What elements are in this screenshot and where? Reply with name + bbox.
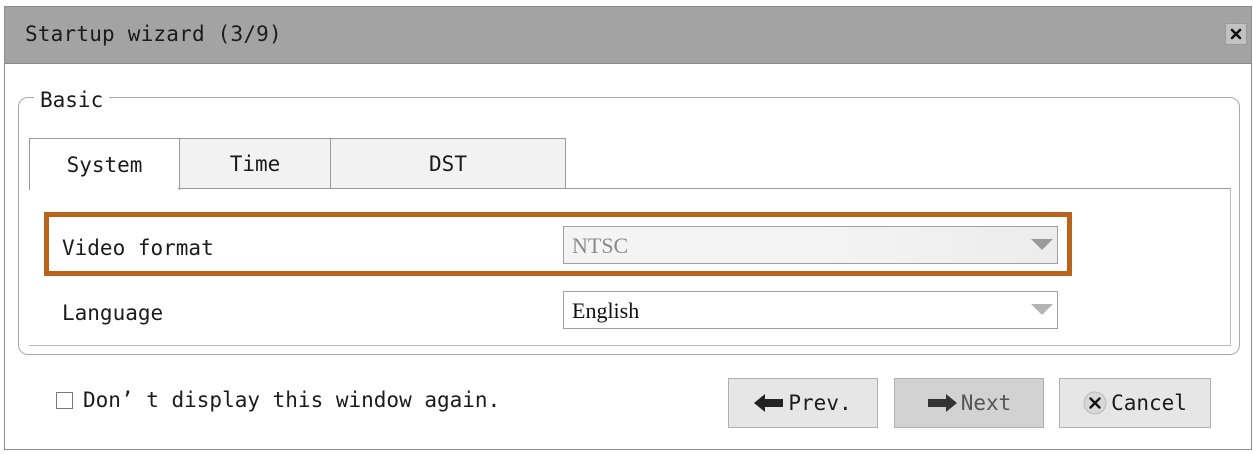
tab-system[interactable]: System — [29, 138, 180, 190]
video-format-highlight — [44, 212, 1072, 276]
language-value: English — [572, 298, 640, 323]
arrow-right-icon — [927, 394, 957, 412]
chevron-down-icon — [1027, 292, 1057, 328]
language-label: Language — [62, 301, 164, 325]
close-icon — [1230, 28, 1242, 40]
language-select[interactable]: English — [563, 291, 1058, 329]
tab-time[interactable]: Time — [179, 138, 331, 189]
cancel-label: Cancel — [1111, 391, 1187, 415]
window-title: Startup wizard (3/9) — [25, 22, 282, 46]
prev-button[interactable]: Prev. — [728, 378, 878, 428]
tab-dst[interactable]: DST — [330, 138, 566, 189]
groupbox-legend: Basic — [34, 88, 110, 112]
cancel-button[interactable]: Cancel — [1059, 378, 1211, 428]
close-button[interactable] — [1225, 23, 1247, 45]
arrow-left-icon — [754, 394, 784, 412]
title-bar[interactable]: Startup wizard (3/9) — [5, 7, 1251, 64]
next-label: Next — [960, 391, 1012, 415]
cancel-circle-icon — [1083, 391, 1107, 415]
dont-display-label: Don’ t display this window again. — [83, 388, 501, 412]
next-button[interactable]: Next — [894, 378, 1044, 428]
dont-display-checkbox-row[interactable]: Don’ t display this window again. — [56, 388, 500, 412]
dont-display-checkbox[interactable] — [56, 391, 73, 409]
prev-label: Prev. — [788, 391, 852, 415]
